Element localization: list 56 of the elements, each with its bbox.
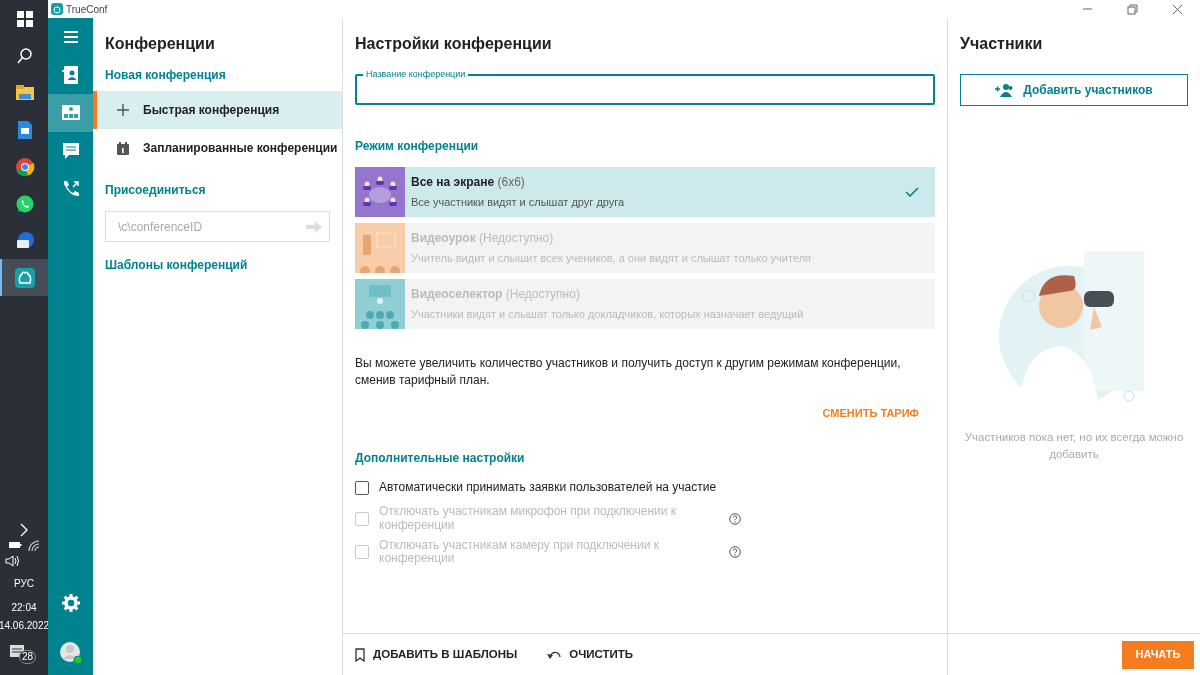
clock-date[interactable]: 14.06.2022 [0, 618, 50, 633]
start-icon[interactable] [17, 10, 33, 27]
conference-type-item[interactable]: Быстрая конференция [93, 91, 342, 129]
panel-title: Участники [959, 34, 1044, 54]
mode-illustration-icon [355, 279, 405, 329]
empty-state-text: Участников пока нет, но их всегда можно добавить [963, 430, 1185, 463]
clear-button[interactable]: ОЧИСТИТЬ [547, 645, 634, 664]
add-people-icon [995, 83, 1014, 97]
mode-illustration-icon [355, 223, 405, 273]
plus-icon [117, 104, 129, 116]
checkbox-label: Отключать участникам камеру при подключении к конференции [379, 538, 660, 567]
app-logo-icon [51, 3, 63, 15]
chevron-icon[interactable] [19, 523, 29, 537]
conference-type-item[interactable]: Запланированные конференции [93, 129, 342, 167]
section-title: Новая конференция [104, 67, 227, 84]
conference-id-field[interactable]: \c\conferenceID [105, 211, 330, 242]
clock-time[interactable]: 22:04 [11, 600, 37, 615]
close-icon[interactable] [1172, 3, 1183, 15]
notification-count: 28 [19, 650, 37, 664]
app-logo-icon [15, 267, 35, 288]
taskbar-app[interactable] [0, 259, 48, 296]
volume-icon[interactable] [4, 555, 19, 567]
calendar-icon [117, 141, 129, 155]
window-title: TrueConf [66, 2, 108, 17]
chat-icon [60, 141, 81, 161]
undo-icon [547, 649, 562, 660]
upgrade-note: Вы можете увеличить количество участников и получить доступ к другим режимам конференции, сменив тарифный план. [354, 355, 902, 389]
settings-icon[interactable] [61, 594, 80, 612]
wifi-icon[interactable] [28, 540, 40, 552]
restore-icon[interactable] [1127, 3, 1138, 15]
battery-icon[interactable] [8, 540, 22, 550]
panel-title: Конференции [104, 34, 216, 54]
section-title[interactable]: Шаблоны конференций [93, 242, 342, 288]
language-indicator[interactable]: РУС [14, 576, 34, 591]
check-icon [905, 187, 919, 197]
address-book-icon [60, 65, 81, 85]
checkbox-label: Автоматически принимать заявки пользователей на участие [379, 481, 717, 495]
section-title: Дополнительные настройки [354, 450, 526, 468]
mail-icon [15, 230, 35, 251]
checkbox-label: Отключать участникам микрофон при подключении к конференции [379, 505, 678, 533]
chat-bubble-icon [15, 193, 35, 214]
conference-mode-option[interactable]: Все на экране (6x6) Все участники видят и слышат друг друга [355, 167, 935, 217]
section-title: Присоединиться [104, 182, 207, 199]
bookmark-icon [355, 647, 365, 662]
avatar-icon[interactable] [58, 641, 83, 665]
section-title: Режим конференции [354, 138, 480, 155]
browser-icon [15, 156, 35, 177]
mode-illustration-icon [355, 167, 405, 217]
document-icon [15, 119, 35, 140]
group-board-icon [60, 103, 81, 123]
folder-icon [15, 82, 35, 103]
checkbox[interactable] [355, 481, 369, 496]
menu-icon[interactable] [62, 30, 79, 44]
add-participants-button[interactable]: Добавить участников [960, 74, 1188, 106]
search-icon[interactable] [17, 47, 33, 64]
add-to-templates-button[interactable]: ДОБАВИТЬ В ШАБЛОНЫ [355, 645, 518, 664]
